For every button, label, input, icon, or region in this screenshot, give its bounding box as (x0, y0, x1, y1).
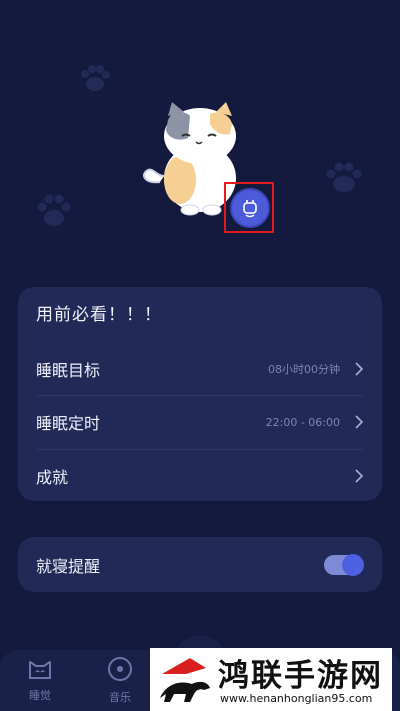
nav-item-sleep[interactable]: 睡觉 (20, 656, 60, 703)
music-disc-icon (108, 657, 132, 681)
chevron-right-icon (355, 415, 364, 429)
paw-print-icon (36, 192, 72, 230)
chevron-right-icon (355, 362, 364, 376)
achievements-label: 成就 (36, 468, 69, 487)
bedtime-reminder-label: 就寝提醒 (36, 557, 101, 576)
paw-print-icon (324, 160, 364, 196)
nav-label-music: 音乐 (109, 691, 131, 704)
sleep-schedule-row[interactable]: 睡眠定时 22:00 - 06:00 (36, 395, 364, 449)
highlight-box (224, 182, 274, 233)
sleep-schedule-value: 22:00 - 06:00 (265, 415, 340, 429)
watermark-url: www.henanhonglian95.com (220, 692, 373, 705)
bedtime-reminder-toggle[interactable] (324, 554, 364, 576)
watermark: 鸿联手游网 www.henanhonglian95.com (150, 648, 392, 711)
notice-title[interactable]: 用前必看！！！ (36, 300, 162, 325)
nav-label-sleep: 睡觉 (29, 689, 51, 702)
sleep-goal-row[interactable]: 睡眠目标 08小时00分钟 (36, 342, 364, 396)
sleep-goal-label: 睡眠目标 (36, 361, 101, 380)
sleep-schedule-label: 睡眠定时 (36, 414, 101, 433)
chevron-right-icon (355, 469, 364, 483)
nav-item-music[interactable]: 音乐 (100, 656, 140, 705)
app-screen: 用前必看！！！ 睡眠目标 08小时00分钟 睡眠定时 22:00 - 06:00… (0, 0, 400, 711)
achievements-row[interactable]: 成就 (36, 449, 364, 503)
paw-print-icon (78, 62, 112, 96)
watermark-title: 鸿联手游网 (218, 658, 383, 694)
watermark-logo (160, 658, 210, 702)
cat-face-icon (29, 661, 51, 679)
sleep-goal-value: 08小时00分钟 (268, 363, 340, 376)
toggle-knob (342, 554, 364, 576)
